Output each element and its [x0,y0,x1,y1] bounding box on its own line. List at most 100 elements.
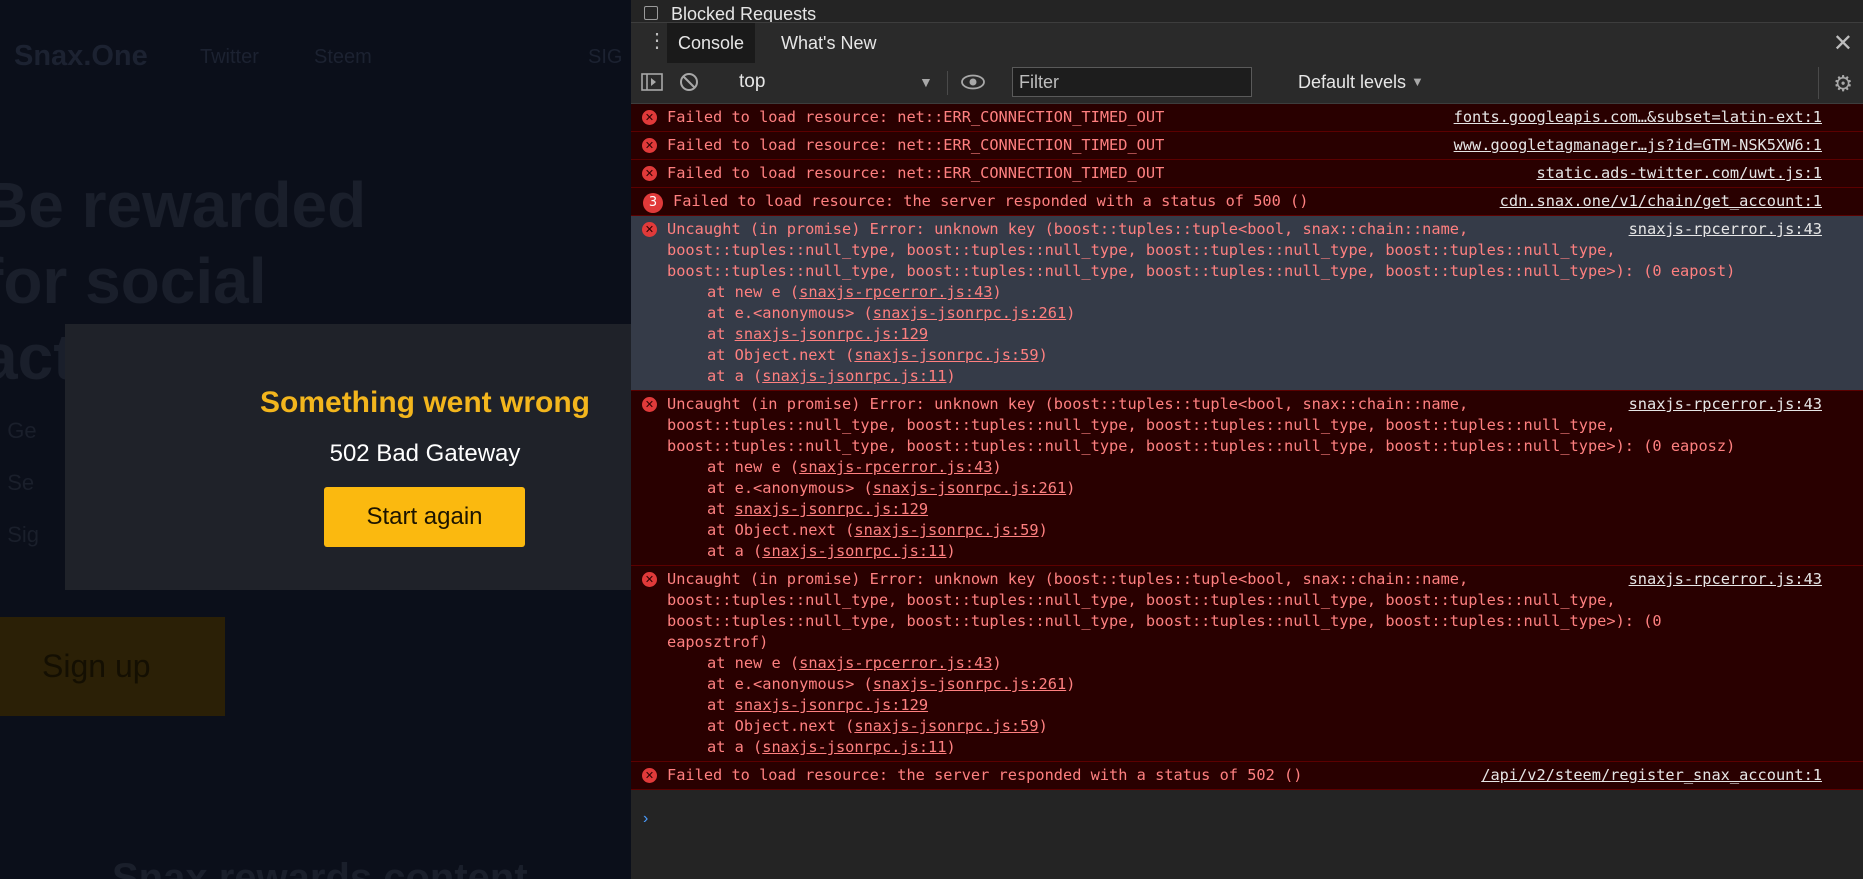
close-icon[interactable]: ✕ [1833,29,1853,58]
stack-link[interactable]: snaxjs-jsonrpc.js:59 [854,346,1038,364]
message-text: Uncaught (in promise) Error: unknown key… [667,395,1736,455]
devtools-panel: Blocked Requests ⋮ Console What's New ✕ … [631,0,1863,879]
message-text: Failed to load resource: net::ERR_CONNEC… [667,164,1165,182]
message-text: Failed to load resource: net::ERR_CONNEC… [667,108,1165,126]
stack-frame: at a (snaxjs-jsonrpc.js:11) [707,367,956,385]
stack-frame: at e.<anonymous> (snaxjs-jsonrpc.js:261) [707,479,1076,497]
context-dropdown-arrow-icon[interactable]: ▼ [919,74,933,90]
stack-trace: at new e (snaxjs-rpcerror.js:43) at e.<a… [667,457,1825,562]
console-error-message[interactable]: 3 Failed to load resource: the server re… [631,188,1863,216]
log-levels-dropdown[interactable]: Default levels [1298,72,1406,93]
console-error-message[interactable]: ✕ Failed to load resource: net::ERR_CONN… [631,132,1863,160]
stack-link[interactable]: snaxjs-jsonrpc.js:261 [873,479,1066,497]
stack-trace: at new e (snaxjs-rpcerror.js:43) at e.<a… [667,653,1825,758]
message-text: Failed to load resource: the server resp… [673,192,1309,210]
error-icon: ✕ [642,397,657,412]
error-icon: ✕ [642,166,657,181]
source-link[interactable]: static.ads-twitter.com/uwt.js:1 [1537,163,1823,184]
stack-link[interactable]: snaxjs-jsonrpc.js:11 [762,542,946,560]
stack-frame: at e.<anonymous> (snaxjs-jsonrpc.js:261) [707,304,1076,322]
stack-frame: at a (snaxjs-jsonrpc.js:11) [707,542,956,560]
hero-line-1: Be rewarded [0,169,367,241]
stack-link[interactable]: snaxjs-jsonrpc.js:11 [762,738,946,756]
signup-button[interactable]: Sign up [0,617,225,716]
source-link[interactable]: cdn.snax.one/v1/chain/get_account:1 [1500,191,1822,212]
error-icon: ✕ [642,222,657,237]
stack-frame: at Object.next (snaxjs-jsonrpc.js:59) [707,346,1048,364]
stack-link[interactable]: snaxjs-jsonrpc.js:261 [873,304,1066,322]
stack-link[interactable]: snaxjs-jsonrpc.js:59 [854,717,1038,735]
stack-frame: at new e (snaxjs-rpcerror.js:43) [707,283,1002,301]
stack-frame: at a (snaxjs-jsonrpc.js:11) [707,738,956,756]
stack-frame: at Object.next (snaxjs-jsonrpc.js:59) [707,717,1048,735]
web-page: Snax.One Twitter Steem SIG Be rewarded f… [0,0,631,879]
error-modal: Something went wrong 502 Bad Gateway Sta… [65,324,631,590]
console-error-message[interactable]: ✕ Uncaught (in promise) Error: unknown k… [631,216,1863,391]
message-text: Failed to load resource: the server resp… [667,766,1303,784]
console-error-message[interactable]: ✕ Uncaught (in promise) Error: unknown k… [631,566,1863,762]
console-error-message[interactable]: ✕ Failed to load resource: net::ERR_CONN… [631,104,1863,132]
context-selector[interactable]: top [739,71,765,93]
source-link[interactable]: snaxjs-rpcerror.js:43 [1629,394,1822,415]
nav-link-signin[interactable]: SIG [588,46,622,69]
stack-trace: at new e (snaxjs-rpcerror.js:43) at e.<a… [667,282,1825,387]
sidebar-toggle-icon[interactable] [641,72,663,96]
stack-link[interactable]: snaxjs-jsonrpc.js:261 [873,675,1066,693]
source-link[interactable]: fonts.googleapis.com…&subset=latin-ext:1 [1454,107,1822,128]
source-link[interactable]: www.googletagmanager…js?id=GTM-NSK5XW6:1 [1454,135,1822,156]
devtools-tabbar: ⋮ Console What's New ✕ [631,22,1863,64]
hero-line-2: for social [0,245,267,317]
console-toolbar: top ▼ Default levels ▼ ⚙ [631,63,1863,104]
modal-title: Something went wrong [260,386,590,419]
blocked-requests-row: Blocked Requests [631,0,1863,24]
console-error-message[interactable]: ✕ Failed to load resource: the server re… [631,762,1863,790]
start-again-button[interactable]: Start again [324,487,525,547]
error-icon: ✕ [642,138,657,153]
brand-logo[interactable]: Snax.One [14,40,148,73]
error-icon: ✕ [642,110,657,125]
console-error-message[interactable]: ✕ Failed to load resource: net::ERR_CONN… [631,160,1863,188]
modal-subtitle: 502 Bad Gateway [329,440,521,467]
stack-link[interactable]: snaxjs-jsonrpc.js:129 [735,500,928,518]
stack-frame: at snaxjs-jsonrpc.js:129 [707,500,929,518]
blocked-requests-checkbox[interactable] [644,6,658,20]
stack-frame: at new e (snaxjs-rpcerror.js:43) [707,654,1002,672]
stack-frame: at new e (snaxjs-rpcerror.js:43) [707,458,1002,476]
chevron-down-icon[interactable]: ▼ [1411,74,1424,89]
source-link[interactable]: /api/v2/steem/register_snax_account:1 [1481,765,1822,786]
console-error-message[interactable]: ✕ Uncaught (in promise) Error: unknown k… [631,391,1863,566]
console-prompt-icon[interactable]: › [643,810,648,828]
stack-frame: at snaxjs-jsonrpc.js:129 [707,696,929,714]
stack-frame: at snaxjs-jsonrpc.js:129 [707,325,929,343]
stack-frame: at e.<anonymous> (snaxjs-jsonrpc.js:261) [707,675,1076,693]
console-messages: ✕ Failed to load resource: net::ERR_CONN… [631,104,1863,879]
stack-link[interactable]: snaxjs-jsonrpc.js:59 [854,521,1038,539]
tab-whats-new[interactable]: What's New [770,23,887,63]
tab-console[interactable]: Console [667,23,756,63]
filter-input[interactable] [1012,67,1252,97]
toolbar-divider [947,71,948,95]
source-link[interactable]: snaxjs-rpcerror.js:43 [1629,569,1822,590]
stack-link[interactable]: snaxjs-rpcerror.js:43 [799,654,992,672]
error-icon: ✕ [642,768,657,783]
source-link[interactable]: snaxjs-rpcerror.js:43 [1629,219,1822,240]
eye-icon[interactable] [961,72,985,96]
stack-frame: at Object.next (snaxjs-jsonrpc.js:59) [707,521,1048,539]
nav-link-twitter[interactable]: Twitter [200,46,259,69]
clear-console-icon[interactable] [679,72,699,96]
feature-bullet-2: Se [0,470,34,496]
message-text: Uncaught (in promise) Error: unknown key… [667,220,1736,280]
gear-icon[interactable]: ⚙ [1833,71,1853,97]
stack-link[interactable]: snaxjs-jsonrpc.js:129 [735,696,928,714]
nav-link-steem[interactable]: Steem [314,46,372,69]
more-tabs-icon[interactable]: ⋮ [647,31,667,51]
top-nav: Snax.One Twitter Steem SIG [14,38,631,78]
stack-link[interactable]: snaxjs-rpcerror.js:43 [799,458,992,476]
repeat-count-badge: 3 [643,193,663,213]
stack-link[interactable]: snaxjs-jsonrpc.js:11 [762,367,946,385]
stack-link[interactable]: snaxjs-rpcerror.js:43 [799,283,992,301]
section-heading: Snax rewards content [112,856,528,879]
stack-link[interactable]: snaxjs-jsonrpc.js:129 [735,325,928,343]
feature-bullet-3: Sig [0,522,39,548]
feature-bullet-1: Ge [0,418,36,444]
